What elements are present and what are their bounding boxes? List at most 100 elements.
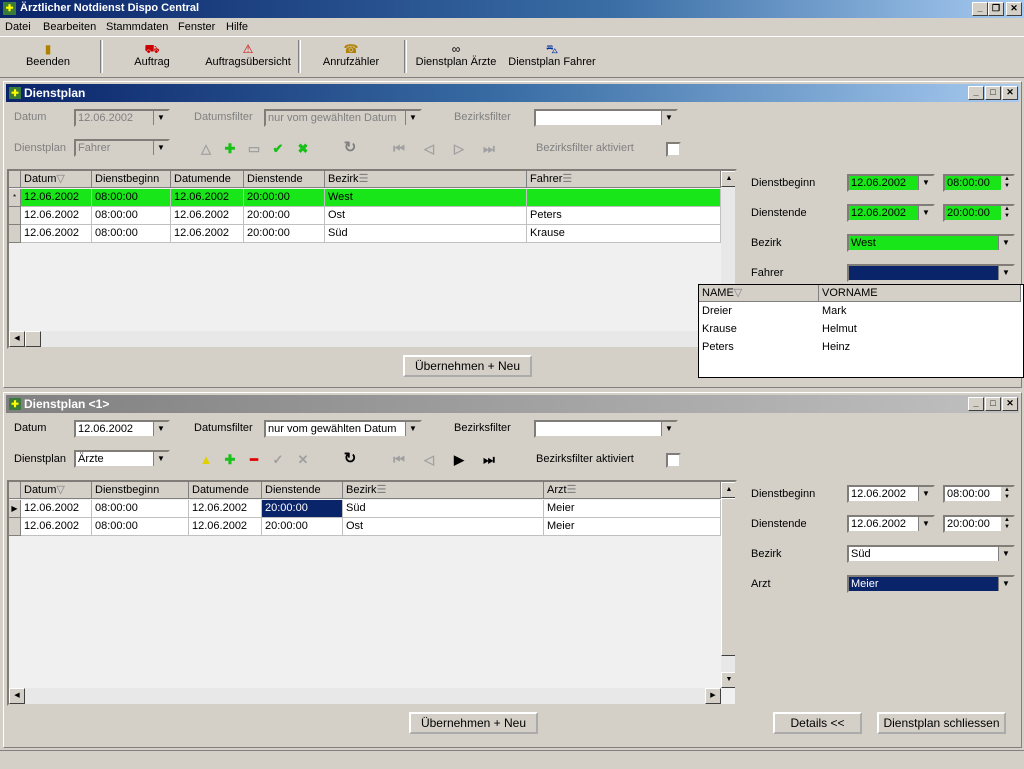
menu-bearbeiten[interactable]: Bearbeiten — [43, 21, 96, 33]
remove-icon[interactable]: ▭ — [246, 142, 262, 156]
spinner-icon[interactable]: ▲ ▼ — [1001, 206, 1013, 220]
column-header-fahrer[interactable]: Fahrer☰ — [527, 171, 721, 188]
last-record-icon[interactable]: ⏭ — [481, 142, 497, 156]
horizontal-scrollbar[interactable]: ◀ — [9, 331, 721, 347]
confirm-check-icon[interactable]: ✔ — [270, 142, 286, 156]
scroll-left-icon[interactable]: ◀ — [9, 331, 25, 347]
table-cell[interactable]: 12.06.2002 — [189, 518, 262, 536]
add-icon[interactable]: ✚ — [222, 142, 238, 156]
column-header-dienstende[interactable]: Dienstende — [262, 482, 343, 499]
column-header-datum[interactable]: Datum▽ — [21, 171, 92, 188]
bezirksfilter-select[interactable]: ▼ — [534, 109, 678, 127]
table-cell[interactable]: 12.06.2002 — [21, 225, 92, 243]
dienstende-date-field[interactable]: 12.06.2002 ▼ — [847, 515, 935, 533]
dienstplan-aerzte-button[interactable]: ∞ Dienstplan Ärzte — [412, 40, 500, 74]
add-icon[interactable]: ✚ — [222, 453, 238, 467]
column-header-bezirk[interactable]: Bezirk☰ — [325, 171, 527, 188]
minimize-icon[interactable]: _ — [972, 2, 988, 16]
table-row[interactable]: 12.06.2002 08:00:00 12.06.2002 20:00:00 … — [9, 225, 721, 243]
scroll-right-icon[interactable]: ▶ — [705, 688, 721, 704]
table-cell[interactable]: Ost — [325, 207, 527, 225]
table-cell[interactable]: 08:00:00 — [92, 500, 189, 518]
scroll-left-icon[interactable]: ◀ — [9, 688, 25, 704]
minimize-icon[interactable]: _ — [968, 397, 984, 411]
column-header-datumende[interactable]: Datumende — [189, 482, 262, 499]
restore-icon[interactable]: ❐ — [988, 2, 1004, 16]
dropdown-column-header-name[interactable]: NAME▽ — [699, 285, 819, 302]
datum-field[interactable]: 12.06.2002 ▼ — [74, 109, 170, 127]
table-cell[interactable]: Süd — [325, 225, 527, 243]
spinner-icon[interactable]: ▲ ▼ — [1001, 487, 1013, 501]
datum-field[interactable]: 12.06.2002 ▼ — [74, 420, 170, 438]
move-up-icon[interactable]: ▲ — [198, 453, 214, 467]
first-record-icon[interactable]: ⏮ — [391, 453, 407, 467]
menu-datei[interactable]: Datei — [5, 21, 31, 33]
table-cell[interactable]: Peters — [527, 207, 721, 225]
column-header-dienstbeginn[interactable]: Dienstbeginn — [92, 171, 171, 188]
previous-record-icon[interactable]: ◁ — [421, 453, 437, 467]
column-header-dienstende[interactable]: Dienstende — [244, 171, 325, 188]
vertical-scrollbar[interactable]: ▲ ▼ — [721, 482, 735, 688]
close-icon[interactable]: ✕ — [1002, 397, 1018, 411]
menu-fenster[interactable]: Fenster — [178, 21, 215, 33]
anrufzaehler-button[interactable]: ☎ Anrufzähler — [320, 40, 382, 74]
first-record-icon[interactable]: ⏮ — [391, 142, 407, 156]
table-cell[interactable]: 12.06.2002 — [21, 518, 92, 536]
table-cell[interactable]: 20:00:00 — [244, 207, 325, 225]
dienstplan-select[interactable]: Fahrer ▼ — [74, 139, 170, 157]
table-cell[interactable]: Meier — [544, 518, 721, 536]
maximize-icon[interactable]: □ — [985, 397, 1001, 411]
table-cell[interactable]: West — [325, 189, 527, 207]
bezirk-select[interactable]: West ▼ — [847, 234, 1015, 252]
table-cell[interactable]: 12.06.2002 — [21, 207, 92, 225]
scroll-thumb[interactable] — [25, 331, 41, 347]
cancel-x-icon[interactable]: ✕ — [295, 453, 311, 467]
minimize-icon[interactable]: _ — [968, 86, 984, 100]
arzt-select[interactable]: Meier ▼ — [847, 575, 1015, 593]
maximize-icon[interactable]: □ — [985, 86, 1001, 100]
chevron-down-icon[interactable]: ▼ — [998, 547, 1013, 561]
chevron-down-icon[interactable]: ▼ — [918, 487, 933, 501]
chevron-down-icon[interactable]: ▼ — [405, 111, 420, 125]
scroll-up-icon[interactable]: ▲ — [721, 171, 735, 187]
datumsfilter-select[interactable]: nur vom gewählten Datum ▼ — [264, 109, 422, 127]
table-cell[interactable]: 20:00:00 — [244, 225, 325, 243]
chevron-down-icon[interactable]: ▼ — [918, 206, 933, 220]
table-cell[interactable]: Ost — [343, 518, 544, 536]
column-header-datum[interactable]: Datum▽ — [21, 482, 92, 499]
column-header-bezirk[interactable]: Bezirk☰ — [343, 482, 544, 499]
scroll-down-icon[interactable]: ▼ — [721, 672, 735, 688]
table-cell[interactable]: 12.06.2002 — [189, 500, 262, 518]
table-cell[interactable]: 12.06.2002 — [171, 189, 244, 207]
dienstplan-schliessen-button[interactable]: Dienstplan schliessen — [877, 712, 1006, 734]
dienstende-date-field[interactable]: 12.06.2002 ▼ — [847, 204, 935, 222]
chevron-down-icon[interactable]: ▼ — [153, 141, 168, 155]
fahrer-select[interactable]: ▼ — [847, 264, 1015, 282]
bezirksfilter-select[interactable]: ▼ — [534, 420, 678, 438]
dienstplan-fahrer-button[interactable]: ⛍ Dienstplan Fahrer — [506, 40, 598, 74]
chevron-down-icon[interactable]: ▼ — [661, 422, 676, 436]
dienstende-time-field[interactable]: 20:00:00 ▲ ▼ — [943, 204, 1015, 222]
dienstbeginn-date-field[interactable]: 12.06.2002 ▼ — [847, 485, 935, 503]
refresh-icon[interactable]: ↻ — [342, 451, 358, 466]
cancel-x-icon[interactable]: ✖ — [295, 142, 311, 156]
move-up-icon[interactable]: △ — [198, 142, 214, 156]
bezirksfilter-aktiviert-checkbox[interactable] — [666, 453, 681, 468]
table-cell[interactable]: 12.06.2002 — [21, 189, 92, 207]
table-row[interactable]: 12.06.2002 08:00:00 12.06.2002 20:00:00 … — [9, 518, 721, 536]
scroll-thumb[interactable] — [721, 498, 735, 656]
dienstplan-select[interactable]: Ärzte ▼ — [74, 450, 170, 468]
bezirksfilter-aktiviert-checkbox[interactable] — [666, 142, 681, 157]
scroll-up-icon[interactable]: ▲ — [721, 482, 735, 498]
column-header-dienstbeginn[interactable]: Dienstbeginn — [92, 482, 189, 499]
next-record-icon[interactable]: ▶ — [451, 453, 467, 467]
previous-record-icon[interactable]: ◁ — [421, 142, 437, 156]
dienstbeginn-time-field[interactable]: 08:00:00 ▲ ▼ — [943, 485, 1015, 503]
table-cell[interactable]: 08:00:00 — [92, 207, 171, 225]
spinner-icon[interactable]: ▲ ▼ — [1001, 517, 1013, 531]
menu-stammdaten[interactable]: Stammdaten — [106, 21, 168, 33]
table-cell[interactable]: 08:00:00 — [92, 189, 171, 207]
table-cell[interactable]: 20:00:00 — [244, 189, 325, 207]
table-cell[interactable]: 20:00:00 — [262, 518, 343, 536]
datumsfilter-select[interactable]: nur vom gewählten Datum ▼ — [264, 420, 422, 438]
